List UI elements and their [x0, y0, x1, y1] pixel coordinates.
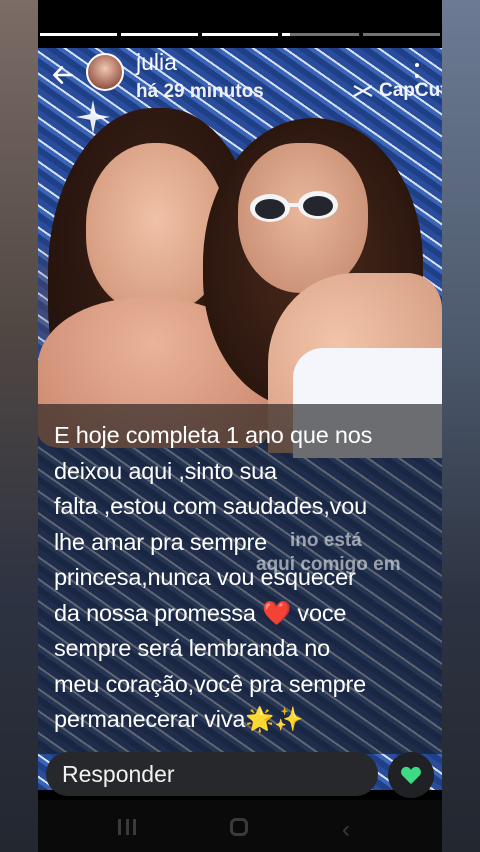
capcut-label: CapCut: [379, 80, 442, 101]
capcut-logo-icon: [353, 84, 373, 98]
home-button[interactable]: [230, 818, 248, 836]
progress-segment: [120, 33, 198, 36]
recent-apps-button[interactable]: [118, 819, 136, 835]
like-button[interactable]: [388, 752, 434, 798]
avatar[interactable]: [86, 53, 124, 91]
system-back-button[interactable]: ‹: [342, 816, 350, 844]
blurred-right-margin: [442, 0, 480, 852]
caption-line: permanecerar viva🌟✨: [54, 706, 304, 732]
capcut-watermark: CapCut: [352, 80, 442, 102]
progress-segment: [282, 33, 360, 36]
story-username[interactable]: julia: [136, 49, 177, 76]
story-timestamp: há 29 minutos: [136, 81, 264, 102]
caption-line: da nossa promessa ❤️ voce: [54, 599, 347, 626]
progress-segment: [40, 33, 117, 36]
reply-placeholder: Responder: [62, 761, 175, 787]
story-progress-bar: [40, 33, 440, 36]
system-navigation-bar: ‹: [38, 800, 442, 852]
progress-segment-fill: [201, 33, 279, 36]
caption-line: princesa,nunca vou esquecer: [54, 564, 356, 590]
reply-input[interactable]: Responder: [46, 752, 378, 796]
sparkle-icon: [75, 99, 111, 135]
caption-line: meu coração,você pra sempre: [54, 670, 366, 697]
caption-line: lhe amar pra sempre: [54, 528, 268, 555]
progress-segment: [201, 33, 279, 36]
caption-line: sempre será lembranda no: [54, 635, 331, 661]
progress-segment-fill: [40, 33, 117, 36]
progress-segment: [363, 33, 440, 36]
story-viewer[interactable]: ino está aqui comigo em E hoje completa …: [38, 0, 442, 852]
arrow-left-icon[interactable]: [50, 62, 76, 88]
caption-line: E hoje completa 1 ano que nos: [54, 422, 373, 448]
heart-icon: [401, 766, 421, 785]
story-caption: E hoje completa 1 ano que nos deixou aqu…: [54, 418, 434, 738]
caption-line: deixou aqui ,sinto sua: [54, 457, 277, 484]
sunglasses-decor: [250, 191, 338, 222]
progress-segment-fill: [120, 33, 198, 36]
caption-line: falta ,estou com saudades,vou: [54, 493, 367, 519]
progress-segment-fill: [282, 33, 291, 36]
blurred-left-margin: [0, 0, 38, 852]
